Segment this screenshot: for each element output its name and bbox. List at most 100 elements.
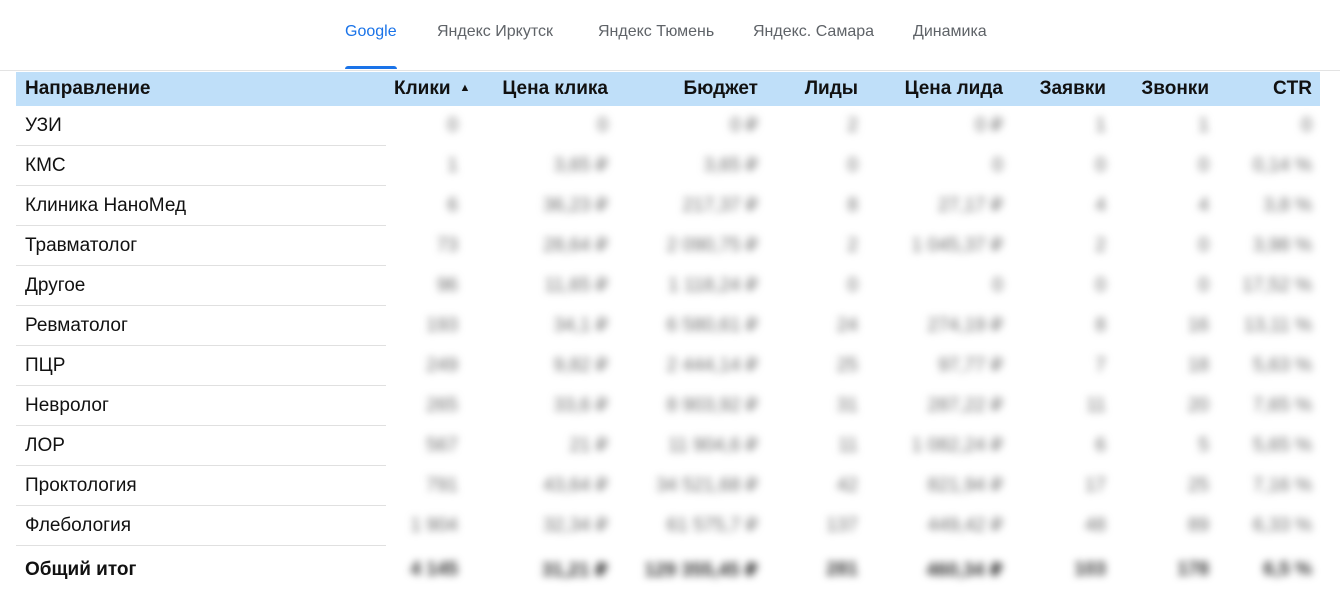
total-cell: 460,34 ₽ [926, 559, 1003, 581]
table-row: Ревматолог 193 34,1 ₽ 6 580,61 ₽ 24 274,19 ₽ 8… [16, 305, 1320, 346]
table-cell: 0 [447, 114, 458, 136]
table-cell: 0 [1198, 274, 1209, 296]
column-header-leads[interactable]: Лиды [766, 72, 866, 106]
table-cell: 1 118,24 ₽ [668, 275, 758, 296]
table-cell: 96 [436, 274, 458, 296]
tab-yandex-samara[interactable]: Яндекс. Самара [753, 0, 874, 69]
table-cell: 2 090,75 ₽ [666, 235, 758, 256]
total-cell: 281 [826, 559, 858, 580]
table-cell: 89 [1187, 514, 1209, 536]
table-cell: 249 [426, 354, 458, 376]
table-cell: 33,6 ₽ [553, 395, 608, 416]
row-direction-name: Невролог [16, 385, 386, 426]
table-cell: 2 444,14 ₽ [666, 355, 758, 376]
row-direction-name: Проктология [16, 465, 386, 506]
table-cell: 4 [1095, 194, 1106, 216]
tab-yandex-irkutsk[interactable]: Яндекс Иркутск [437, 0, 553, 69]
tab-google[interactable]: Google [345, 0, 397, 69]
row-direction-name: УЗИ [16, 106, 386, 146]
table-cell: 6 580,61 ₽ [666, 315, 758, 336]
table-cell: 32,34 ₽ [543, 515, 608, 536]
row-direction-name: Флебология [16, 505, 386, 546]
table-cell: 1 904 [410, 514, 458, 536]
table-cell: 48 [1084, 514, 1106, 536]
table-cell: 1 082,24 ₽ [911, 435, 1003, 456]
table-row: Другое 96 11,65 ₽ 1 118,24 ₽ 0 0 0 0 17,52 % [16, 265, 1320, 306]
row-direction-name: Клиника НаноМед [16, 185, 386, 226]
table-cell: 274,19 ₽ [927, 315, 1003, 336]
table-header-row: Направление Клики ▲ Цена клика Бюджет Лид… [16, 72, 1320, 106]
table-row: Флебология 1 904 32,34 ₽ 61 575,7 ₽ 137 449,4… [16, 505, 1320, 546]
table-cell: 287,22 ₽ [927, 395, 1003, 416]
table-cell: 25 [1187, 474, 1209, 496]
table-cell: 4 [1198, 194, 1209, 216]
column-header-calls[interactable]: Звонки [1114, 72, 1217, 106]
table-cell: 73 [436, 234, 458, 256]
table-cell: 0 [597, 114, 608, 136]
table-cell: 0 [1198, 234, 1209, 256]
table-cell: 0 ₽ [975, 115, 1003, 136]
table-cell: 24 [836, 314, 858, 336]
table-row: Клиника НаноМед 6 36,23 ₽ 217,37 ₽ 8 27,17 ₽ 4… [16, 185, 1320, 226]
table-cell: 2 [847, 234, 858, 256]
table-cell: 0 [847, 154, 858, 176]
column-header-requests[interactable]: Заявки [1011, 72, 1114, 106]
total-cell: 31,21 ₽ [541, 559, 608, 581]
table-cell: 0,14 % [1252, 154, 1312, 176]
total-cell: 129 355,45 ₽ [644, 559, 758, 581]
column-header-click-price[interactable]: Цена клика [466, 72, 616, 106]
table-cell: 2 [1095, 234, 1106, 256]
table-cell: 0 [992, 154, 1003, 176]
table-cell: 3,65 ₽ [553, 155, 608, 176]
tab-yandex-tyumen[interactable]: Яндекс Тюмень [598, 0, 714, 69]
column-header-budget[interactable]: Бюджет [616, 72, 766, 106]
table-cell: 0 ₽ [730, 115, 758, 136]
row-direction-name: Другое [16, 265, 386, 306]
table-cell: 1 045,37 ₽ [911, 235, 1003, 256]
row-direction-name: Ревматолог [16, 305, 386, 346]
table-cell: 0 [1095, 154, 1106, 176]
total-label: Общий итог [25, 559, 137, 580]
table-cell: 34,1 ₽ [553, 315, 608, 336]
table-cell: 5,65 % [1252, 434, 1312, 456]
table-cell: 137 [826, 514, 858, 536]
table-cell: 8 [847, 194, 858, 216]
table-cell: 11 904,6 ₽ [668, 435, 758, 456]
table-cell: 6 [447, 194, 458, 216]
table-cell: 6 [1095, 434, 1106, 456]
table-cell: 16 [1187, 314, 1209, 336]
table-cell: 1 [1095, 114, 1106, 136]
table-cell: 0 [1301, 114, 1312, 136]
table-row: ПЦР 249 9,82 ₽ 2 444,14 ₽ 25 97,77 ₽ 7 18 5,63 % [16, 345, 1320, 386]
table-cell: 791 [426, 474, 458, 496]
table-cell: 3,8 % [1263, 194, 1312, 216]
table-cell: 11,65 ₽ [544, 275, 608, 296]
table-cell: 17,52 % [1242, 274, 1312, 296]
row-direction-name: КМС [16, 145, 386, 186]
column-header-ctr[interactable]: CTR [1217, 72, 1320, 106]
table-cell: 5,63 % [1252, 354, 1312, 376]
table-row: УЗИ 0 0 0 ₽ 2 0 ₽ 1 1 0 [16, 106, 1320, 146]
table-cell: 2 [847, 114, 858, 136]
total-cell: 103 [1074, 559, 1106, 580]
total-cell: 4 145 [410, 559, 458, 580]
table-cell: 11 [838, 434, 858, 456]
table-row: Невролог 265 33,6 ₽ 8 903,92 ₽ 31 287,22 ₽ 11 2… [16, 385, 1320, 426]
column-header-lead-price[interactable]: Цена лида [866, 72, 1011, 106]
row-direction-name: ЛОР [16, 425, 386, 466]
column-header-clicks[interactable]: Клики ▲ [386, 72, 470, 106]
column-header-direction[interactable]: Направление [16, 72, 386, 106]
table-cell: 1 [447, 154, 458, 176]
table-cell: 0 [992, 274, 1003, 296]
table-cell: 449,42 ₽ [927, 515, 1003, 536]
table-cell: 11 [1086, 394, 1106, 416]
tab-dynamics[interactable]: Динамика [913, 0, 987, 69]
report-table: Направление Клики ▲ Цена клика Бюджет Лид… [16, 72, 1320, 594]
table-cell: 17 [1084, 474, 1106, 496]
tab-bar: Google Яндекс Иркутск Яндекс Тюмень Янде… [0, 0, 1340, 71]
table-cell: 20 [1187, 394, 1209, 416]
row-direction-name: Травматолог [16, 225, 386, 266]
table-cell: 193 [426, 314, 458, 336]
table-cell: 7,65 % [1252, 394, 1312, 416]
table-row: ЛОР 567 21 ₽ 11 904,6 ₽ 11 1 082,24 ₽ 6 5 5,65 % [16, 425, 1320, 466]
